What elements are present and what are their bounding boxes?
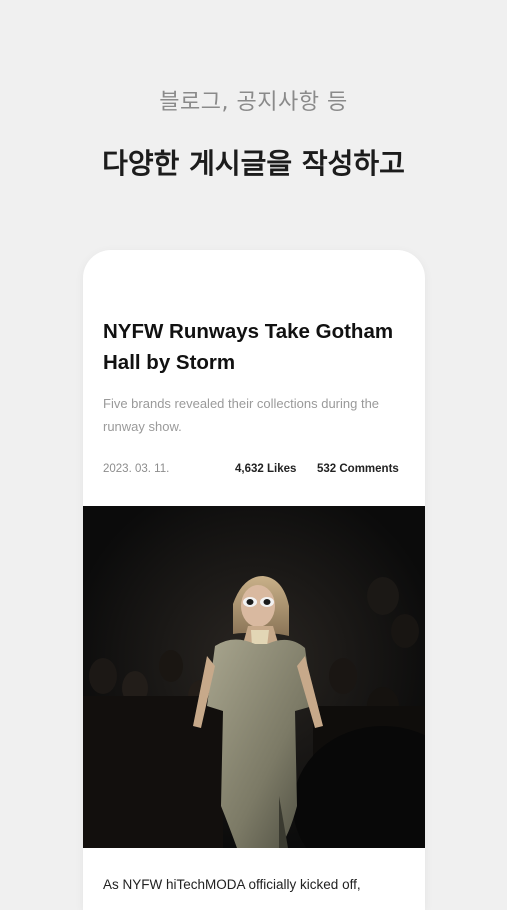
comments-count[interactable]: 532 Comments xyxy=(317,463,399,475)
post-summary: Five brands revealed their collections d… xyxy=(103,396,380,434)
phone-screen-mockup: NYFW Runways Take Gotham Hall by Storm F… xyxy=(83,250,425,910)
likes-count[interactable]: 4,632 Likes xyxy=(235,463,296,475)
runway-photo-illustration xyxy=(83,506,425,848)
promo-title: 다양한 게시글을 작성하고 xyxy=(102,147,405,180)
post-body-preview: As NYFW hiTechMODA officially kicked off… xyxy=(103,877,361,892)
post-meta: 2023. 03. 11. 4,632 Likes 532 Comments xyxy=(103,463,405,479)
post-date: 2023. 03. 11. xyxy=(103,463,170,475)
post-title[interactable]: NYFW Runways Take Gotham Hall by Storm xyxy=(103,316,413,378)
post-hero-image[interactable] xyxy=(83,506,425,848)
promo-subtitle: 블로그, 공지사항 등 xyxy=(159,90,348,115)
